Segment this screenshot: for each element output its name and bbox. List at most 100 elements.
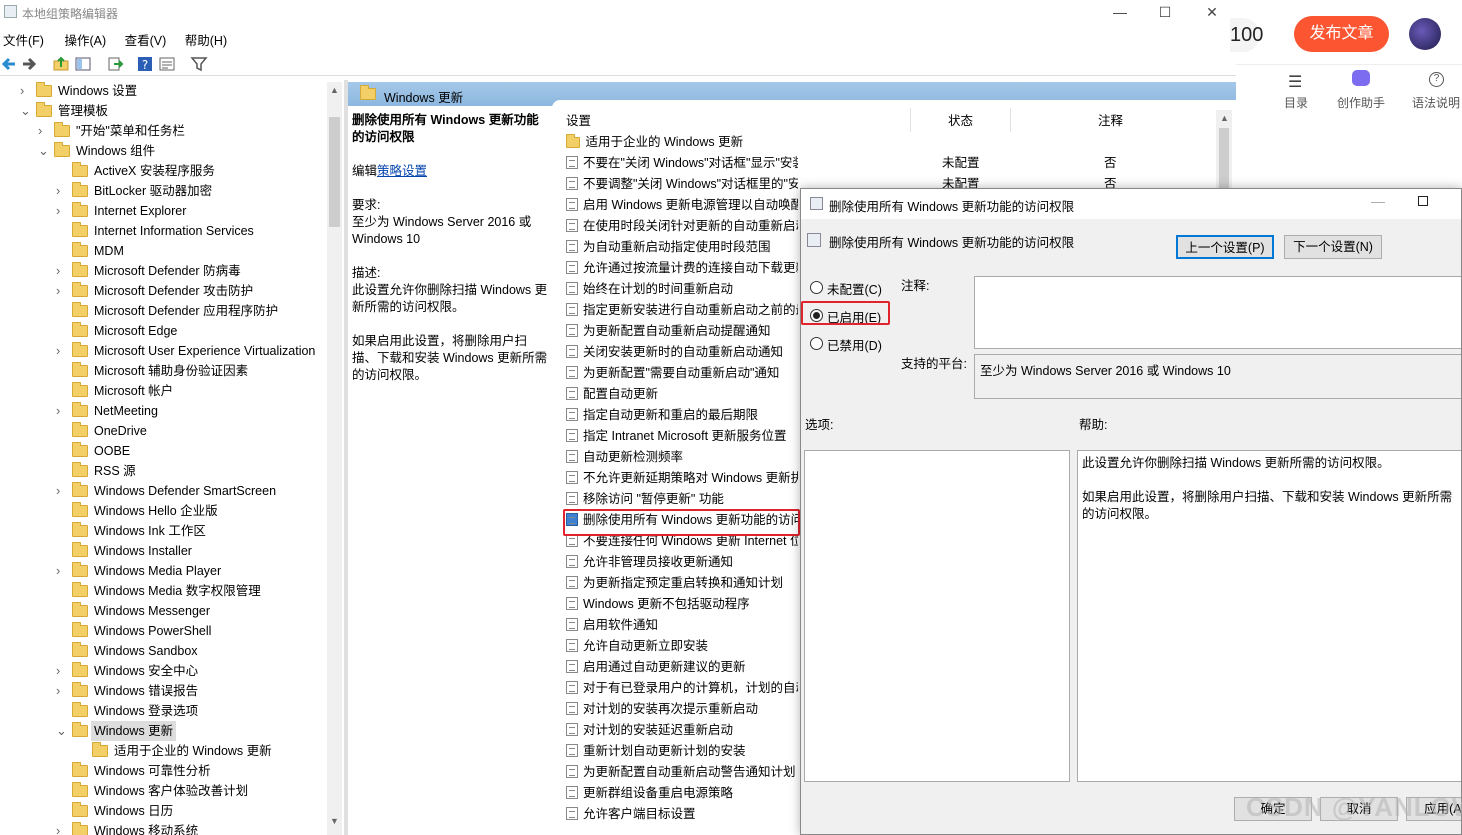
previous-setting-button[interactable]: 上一个设置(P): [1176, 235, 1274, 259]
properties-icon[interactable]: [158, 55, 176, 73]
toc-icon[interactable]: ☰: [1288, 72, 1302, 92]
tree-item[interactable]: Windows Media 数字权限管理: [0, 581, 326, 601]
tree-item[interactable]: OOBE: [0, 441, 326, 461]
tree-item[interactable]: Windows Installer: [0, 541, 326, 561]
radio-not-configured-label[interactable]: 未配置(C): [827, 279, 882, 298]
tree-item[interactable]: › Windows 设置: [0, 81, 326, 101]
policy-list-item[interactable]: Windows 更新不包括驱动程序: [566, 594, 798, 615]
policy-list-item[interactable]: 指定更新安装进行自动重新启动之前的最: [566, 300, 798, 321]
policy-list-item[interactable]: 配置自动更新: [566, 384, 798, 405]
policy-list-item[interactable]: 启用 Windows 更新电源管理以自动唤醒: [566, 195, 798, 216]
tree-item[interactable]: Microsoft Defender 应用程序防护: [0, 301, 326, 321]
policy-list-item[interactable]: 为自动重新启动指定使用时段范围: [566, 237, 798, 258]
tree-item[interactable]: ⌄ Windows 组件: [0, 141, 326, 161]
tree-scrollbar[interactable]: ▲ ▼: [327, 82, 342, 835]
next-setting-button[interactable]: 下一个设置(N): [1284, 235, 1382, 259]
policy-list-item[interactable]: 为更新配置"需要自动重新启动"通知: [566, 363, 798, 384]
list-folder-item[interactable]: 适用于企业的 Windows 更新: [566, 132, 906, 153]
policy-list-item[interactable]: 为更新配置自动重新启动提醒通知: [566, 321, 798, 342]
export-list-icon[interactable]: [106, 55, 124, 73]
expand-chevron-icon[interactable]: ›: [56, 264, 66, 277]
policy-list-item[interactable]: 更新群组设备重启电源策略: [566, 783, 798, 804]
policy-list-item[interactable]: 对计划的安装延迟重新启动: [566, 720, 798, 741]
tree-item[interactable]: ⌄ Windows 更新: [0, 721, 326, 741]
menu-file[interactable]: 文件(F): [0, 28, 50, 49]
tree-item[interactable]: Windows 可靠性分析: [0, 761, 326, 781]
tree-item[interactable]: › Windows 安全中心: [0, 661, 326, 681]
policy-list-item[interactable]: 允许客户端目标设置: [566, 804, 798, 825]
tree-item[interactable]: › Microsoft User Experience Virtualizatio…: [0, 341, 326, 361]
tree-item[interactable]: › NetMeeting: [0, 401, 326, 421]
tree-item[interactable]: MDM: [0, 241, 326, 261]
menu-view[interactable]: 查看(V): [122, 28, 173, 49]
tree-item[interactable]: › Microsoft Defender 防病毒: [0, 261, 326, 281]
policy-list-item[interactable]: 自动更新检测频率: [566, 447, 798, 468]
expand-chevron-icon[interactable]: ›: [56, 184, 66, 197]
tree-item[interactable]: › Microsoft Defender 攻击防护: [0, 281, 326, 301]
policy-list-item[interactable]: 关闭安装更新时的自动重新启动通知: [566, 342, 798, 363]
forward-arrow-icon[interactable]: [20, 55, 38, 73]
tree-item[interactable]: › BitLocker 驱动器加密: [0, 181, 326, 201]
syntax-help-icon[interactable]: ?: [1429, 72, 1444, 87]
policy-list-item[interactable]: 允许自动更新立即安装: [566, 636, 798, 657]
tree-scrollbar-thumb[interactable]: [329, 117, 340, 227]
tree-item[interactable]: Internet Information Services: [0, 221, 326, 241]
expand-chevron-icon[interactable]: ›: [38, 124, 48, 137]
syntax-label[interactable]: 语法说明: [1412, 94, 1460, 111]
tree-item[interactable]: Microsoft 辅助身份验证因素: [0, 361, 326, 381]
edit-policy-link[interactable]: 策略设置: [377, 164, 427, 178]
radio-not-configured[interactable]: [810, 281, 823, 294]
expand-chevron-icon[interactable]: ›: [56, 824, 66, 835]
menu-help[interactable]: 帮助(H): [182, 28, 233, 49]
policy-list-item[interactable]: 不要调整"关闭 Windows"对话框里的"安装更新并关机"的默...: [566, 174, 798, 195]
toc-label[interactable]: 目录: [1284, 94, 1308, 111]
help-icon[interactable]: ?: [136, 55, 154, 73]
scroll-down-icon[interactable]: ▼: [330, 816, 339, 826]
tree-item[interactable]: Windows 客户体验改善计划: [0, 781, 326, 801]
policy-list-item[interactable]: 指定自动更新和重启的最后期限: [566, 405, 798, 426]
radio-disabled[interactable]: [810, 337, 823, 350]
policy-list-item[interactable]: 不要在"关闭 Windows"对话框"显示"安装更新并关机": [566, 153, 798, 174]
tree-item[interactable]: ActiveX 安装程序服务: [0, 161, 326, 181]
tree-item[interactable]: Microsoft 帐户: [0, 381, 326, 401]
tree-item[interactable]: OneDrive: [0, 421, 326, 441]
expand-chevron-icon[interactable]: ›: [56, 484, 66, 497]
policy-list-item[interactable]: 启用通过自动更新建议的更新: [566, 657, 798, 678]
scroll-up-icon[interactable]: ▲: [330, 85, 339, 95]
column-divider[interactable]: [910, 108, 911, 132]
policy-list-item[interactable]: 移除访问 "暂停更新" 功能: [566, 489, 798, 510]
tree-item[interactable]: Windows Hello 企业版: [0, 501, 326, 521]
avatar[interactable]: [1409, 18, 1441, 50]
policy-list-item[interactable]: 允许通过按流量计费的连接自动下载更新: [566, 258, 798, 279]
tree-item[interactable]: Windows Sandbox: [0, 641, 326, 661]
expand-chevron-icon[interactable]: ›: [56, 204, 66, 217]
tree-item[interactable]: ⌄ 管理模板: [0, 101, 326, 121]
close-button[interactable]: ✕: [1192, 2, 1232, 22]
collapse-chevron-icon[interactable]: ⌄: [56, 724, 67, 737]
expand-chevron-icon[interactable]: ›: [56, 344, 66, 357]
policy-list-item[interactable]: 为更新配置自动重新启动警告通知计划: [566, 762, 798, 783]
tree-item[interactable]: Windows 登录选项: [0, 701, 326, 721]
tree-item[interactable]: › Windows 错误报告: [0, 681, 326, 701]
scroll-up-icon[interactable]: ▲: [1220, 113, 1229, 123]
policy-list-item[interactable]: 为更新指定预定重启转换和通知计划: [566, 573, 798, 594]
filter-icon[interactable]: [190, 55, 208, 73]
policy-list-item[interactable]: 允许非管理员接收更新通知: [566, 552, 798, 573]
comment-textarea[interactable]: [974, 276, 1461, 349]
expand-chevron-icon[interactable]: ›: [20, 84, 30, 97]
assistant-label[interactable]: 创作助手: [1337, 94, 1385, 111]
column-divider[interactable]: [1010, 108, 1011, 132]
tree-item[interactable]: › Internet Explorer: [0, 201, 326, 221]
collapse-chevron-icon[interactable]: ⌄: [20, 104, 31, 117]
maximize-button[interactable]: ☐: [1145, 2, 1185, 22]
back-arrow-icon[interactable]: [0, 55, 18, 73]
publish-article-button[interactable]: 发布文章: [1294, 16, 1389, 52]
up-folder-icon[interactable]: [52, 55, 70, 73]
expand-chevron-icon[interactable]: ›: [56, 404, 66, 417]
expand-chevron-icon[interactable]: ›: [56, 684, 66, 697]
policy-list-item[interactable]: 重新计划自动更新计划的安装: [566, 741, 798, 762]
expand-chevron-icon[interactable]: ›: [56, 564, 66, 577]
radio-disabled-label[interactable]: 已禁用(D): [827, 335, 882, 354]
policy-list-item[interactable]: 在使用时段关闭针对更新的自动重新启动: [566, 216, 798, 237]
column-setting[interactable]: 设置: [566, 110, 591, 130]
